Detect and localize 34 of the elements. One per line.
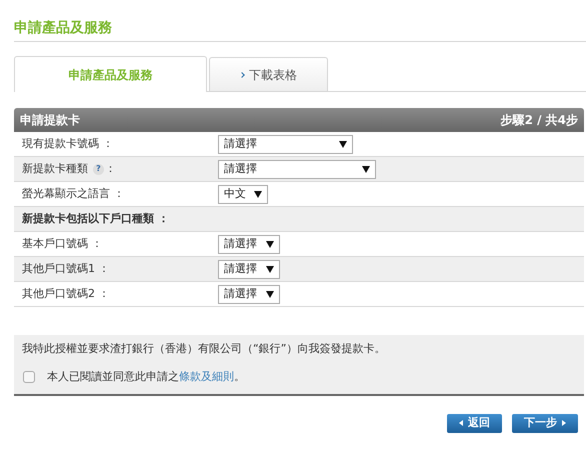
back-arrow-icon bbox=[459, 420, 463, 426]
back-button[interactable]: 返回 bbox=[447, 414, 502, 432]
field-label: 其他戶口號碼1 ： bbox=[22, 260, 110, 277]
section-heading: 新提款卡包括以下戶口種類 ： bbox=[21, 210, 169, 227]
dropdown-arrow-icon bbox=[339, 140, 347, 148]
terms-link[interactable]: 條款及細則 bbox=[179, 370, 234, 383]
select-dropdown[interactable]: 中文 bbox=[218, 184, 268, 204]
tab[interactable]: 下載表格 bbox=[209, 57, 328, 91]
dropdown-arrow-icon bbox=[266, 240, 274, 248]
agreement-checkbox[interactable] bbox=[23, 371, 35, 384]
page-title: 申請產品及服務 bbox=[14, 18, 586, 42]
select-dropdown[interactable]: 請選擇 bbox=[218, 134, 353, 154]
step-indicator: 步驟2 / 共4步 bbox=[500, 112, 578, 129]
chevron-icon bbox=[239, 72, 245, 78]
authorization-text: 我特此授權並要求渣打銀行（香港）有限公司（“銀行”）向我簽發提款卡。 bbox=[22, 341, 386, 357]
field-label: 基本戶口號碼 ： bbox=[22, 236, 102, 252]
select-dropdown[interactable]: 請選擇 bbox=[218, 284, 280, 304]
field-label: 螢光幕顯示之語言 ： bbox=[22, 186, 124, 202]
select-dropdown[interactable]: 請選擇 bbox=[218, 160, 376, 178]
help-icon[interactable]: ? bbox=[93, 164, 104, 174]
next-button[interactable]: 下一步 bbox=[512, 414, 578, 432]
select-dropdown[interactable]: 請選擇 bbox=[218, 234, 280, 254]
panel-title: 申請提款卡 bbox=[20, 112, 80, 129]
dropdown-arrow-icon bbox=[362, 166, 370, 172]
field-label: 現有提款卡號碼 ： bbox=[22, 136, 114, 152]
next-arrow-icon bbox=[562, 420, 566, 426]
agreement-text: 本人已閱讀並同意此申請之條款及細則。 bbox=[47, 369, 245, 385]
field-label: 新提款卡種類 bbox=[22, 160, 88, 177]
dropdown-arrow-icon bbox=[254, 190, 262, 198]
dropdown-arrow-icon bbox=[266, 290, 274, 298]
select-dropdown[interactable]: 請選擇 bbox=[218, 260, 280, 278]
field-label: ： bbox=[105, 160, 116, 177]
field-label: 其他戶口號碼2 ： bbox=[22, 286, 110, 302]
dropdown-arrow-icon bbox=[266, 266, 274, 272]
